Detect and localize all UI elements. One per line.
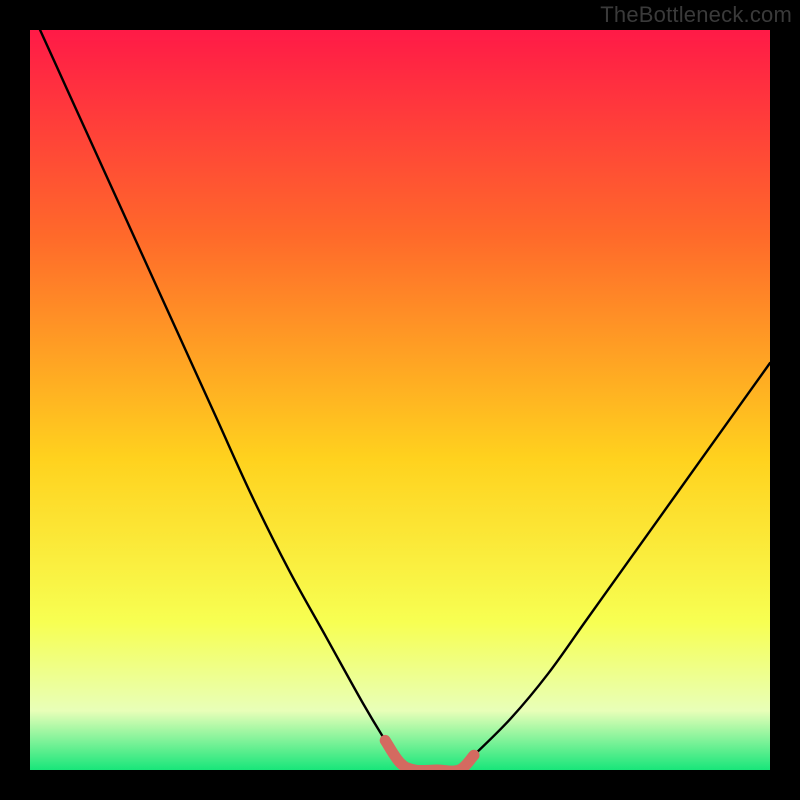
watermark-text: TheBottleneck.com bbox=[600, 2, 792, 28]
gradient-background bbox=[30, 30, 770, 770]
chart-frame: TheBottleneck.com bbox=[0, 0, 800, 800]
bottleneck-chart bbox=[30, 30, 770, 770]
plot-area bbox=[30, 30, 770, 770]
